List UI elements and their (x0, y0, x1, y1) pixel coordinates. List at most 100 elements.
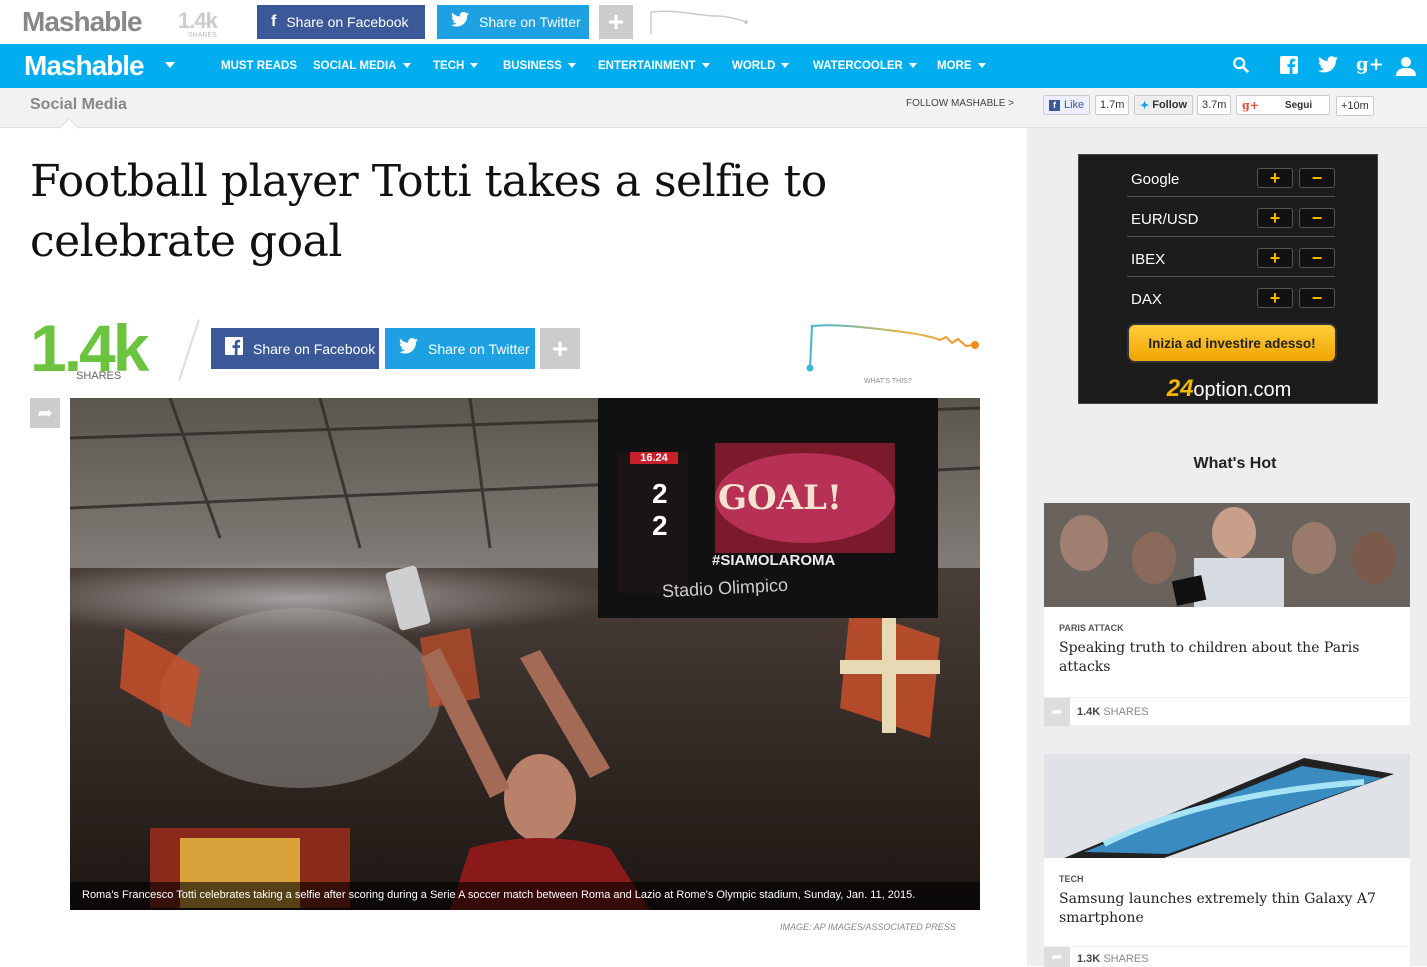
nav-brand-logo[interactable]: Mashable (24, 50, 145, 82)
follow-mashable-label[interactable]: FOLLOW MASHABLE > (906, 98, 1014, 109)
plus-icon[interactable]: + (1257, 248, 1293, 268)
ad-cta-button[interactable]: Inizia ad investire adesso! (1127, 323, 1337, 363)
google-plus-follow-button[interactable]: g+ Segui (1236, 95, 1330, 115)
share-arrow-icon[interactable]: ➦ (1044, 698, 1070, 726)
article-share-twitter-label: Share on Twitter (428, 340, 530, 357)
hot-story-headline[interactable]: Speaking truth to children about the Par… (1059, 639, 1399, 677)
mashable-logo[interactable]: Mashable (22, 6, 143, 38)
google-plus-icon: g+ (1242, 98, 1259, 112)
hot-story-headline[interactable]: Samsung launches extremely thin Galaxy A… (1059, 890, 1399, 928)
nav-more[interactable]: MORE (937, 60, 986, 72)
follow-count: 3.7m (1197, 95, 1232, 115)
hot-story-category[interactable]: TECH (1059, 874, 1084, 884)
ad-row-google: Google + − (1127, 157, 1335, 197)
ad-logo-text: option.com (1193, 379, 1292, 401)
plus-icon[interactable]: + (1257, 208, 1293, 228)
hot-story-thumbnail[interactable] (1044, 754, 1410, 858)
hot-story-footer: ➦ 1.3K SHARES (1044, 946, 1410, 967)
brand-chevron-down-icon[interactable] (165, 62, 175, 68)
ad-logo-number: 24 (1166, 375, 1194, 402)
hot-story-category[interactable]: PARIS ATTACK (1059, 623, 1124, 633)
section-title[interactable]: Social Media (30, 96, 127, 114)
article-share-label: SHARES (76, 370, 122, 382)
ad-row-ibex: IBEX + − (1127, 237, 1335, 277)
chevron-down-icon (977, 63, 986, 69)
nav-entertainment[interactable]: ENTERTAINMENT (598, 60, 710, 72)
hot-story-footer: ➦ 1.4K SHARES (1044, 697, 1410, 726)
twitter-icon: ✦ (1140, 99, 1150, 112)
hot-story-card[interactable]: PARIS ATTACK Speaking truth to children … (1044, 503, 1410, 726)
nav-social-media[interactable]: SOCIAL MEDIA (313, 60, 411, 72)
facebook-icon: f (1049, 99, 1060, 111)
share-arrow-icon[interactable]: ➦ (30, 398, 60, 428)
ad-row-dax: DAX + − (1127, 277, 1335, 317)
section-bar: Social Media FOLLOW MASHABLE > f Like 1.… (0, 88, 1427, 128)
article-title: Football player Totti takes a selfie to … (30, 156, 827, 267)
nav-business[interactable]: BUSINESS (503, 60, 576, 72)
share-arrow-icon[interactable]: ➦ (1044, 947, 1070, 967)
ad-logo[interactable]: 24option.com (1079, 375, 1379, 403)
scoreboard-away-score: 2 (652, 510, 668, 541)
article-hero-image[interactable] (70, 398, 980, 910)
article-share-more-button[interactable]: + (540, 328, 580, 369)
top-share-more-button[interactable]: + (599, 5, 633, 39)
nav-tech[interactable]: TECH (433, 60, 479, 72)
search-icon[interactable] (1232, 56, 1250, 79)
whats-hot-heading: What's Hot (1193, 455, 1277, 472)
facebook-like-button[interactable]: f Like (1043, 95, 1091, 115)
hot-story-share-count: 1.3K SHARES (1077, 953, 1149, 965)
twitter-icon (399, 338, 418, 359)
sticky-share-bar: Mashable 1.4k SHARES f Share on Facebook… (0, 0, 1427, 44)
twitter-icon[interactable] (1318, 56, 1338, 78)
scoreboard-hashtag: #SIAMOLAROMA (712, 552, 836, 569)
minus-icon[interactable]: − (1299, 168, 1335, 188)
chevron-down-icon (781, 63, 790, 69)
hot-story-share-count: 1.4K SHARES (1077, 706, 1149, 718)
follow-label: Follow (1152, 99, 1188, 111)
scoreboard-goal-text: GOAL! (718, 478, 842, 518)
trading-advertisement[interactable]: Google + − EUR/USD + − IBEX + − DAX + − … (1078, 154, 1378, 404)
minus-icon[interactable]: − (1299, 288, 1335, 308)
user-icon[interactable] (1396, 56, 1416, 81)
nav-must-reads[interactable]: MUST READS (221, 60, 297, 72)
google-follow-count: +10m (1336, 96, 1374, 116)
google-plus-icon[interactable]: g+ (1356, 54, 1384, 75)
nav-world[interactable]: WORLD (732, 60, 790, 72)
scoreboard-home-score: 2 (652, 478, 668, 509)
facebook-icon[interactable] (1280, 56, 1298, 79)
ad-row-label: DAX (1131, 291, 1162, 308)
ad-row-label: Google (1131, 171, 1180, 188)
chevron-down-icon (470, 63, 479, 69)
top-share-facebook-button[interactable]: f Share on Facebook (257, 5, 425, 39)
ad-row-label: IBEX (1131, 251, 1166, 268)
article-share-facebook-button[interactable]: Share on Facebook (211, 328, 379, 369)
chevron-down-icon (567, 63, 576, 69)
top-share-twitter-label: Share on Twitter (479, 14, 581, 30)
hot-story-thumbnail[interactable] (1044, 503, 1410, 607)
chevron-down-icon (402, 63, 411, 69)
chevron-down-icon (908, 63, 917, 69)
photo-credit: IMAGE: AP IMAGES/ASSOCIATED PRESS (780, 922, 956, 932)
ad-row-eurusd: EUR/USD + − (1127, 197, 1335, 237)
twitter-follow-button[interactable]: ✦ Follow (1134, 95, 1194, 115)
scoreboard-time: 16.24 (630, 452, 678, 464)
facebook-icon (225, 337, 243, 360)
plus-icon[interactable]: + (1257, 168, 1293, 188)
hot-story-card[interactable]: TECH Samsung launches extremely thin Gal… (1044, 754, 1410, 967)
plus-icon[interactable]: + (1257, 288, 1293, 308)
google-follow-label: Segui (1284, 99, 1313, 111)
photo-caption: Roma's Francesco Totti celebrates taking… (70, 882, 980, 910)
ad-row-label: EUR/USD (1131, 211, 1199, 228)
velocity-graph[interactable] (800, 318, 986, 376)
minus-icon[interactable]: − (1299, 248, 1335, 268)
main-nav: Mashable MUST READS SOCIAL MEDIA TECH BU… (0, 44, 1427, 88)
top-velocity-graph (650, 10, 748, 34)
article-share-twitter-button[interactable]: Share on Twitter (385, 328, 535, 369)
minus-icon[interactable]: − (1299, 208, 1335, 228)
stadium-photo (70, 398, 980, 910)
whats-this-link[interactable]: WHAT'S THIS? (864, 378, 912, 385)
nav-watercooler[interactable]: WATERCOOLER (813, 60, 917, 72)
top-share-facebook-label: Share on Facebook (286, 14, 409, 30)
top-share-twitter-button[interactable]: Share on Twitter (437, 5, 589, 39)
twitter-icon (451, 11, 469, 32)
